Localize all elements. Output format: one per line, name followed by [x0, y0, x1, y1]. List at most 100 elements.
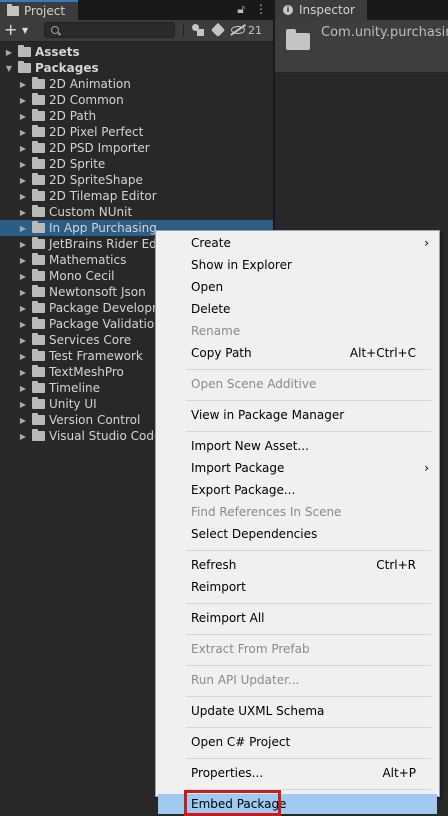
menu-item-copy-path[interactable]: Copy Path Alt+Ctrl+C [158, 343, 437, 363]
tree-item[interactable]: ▶ 2D Animation [0, 76, 273, 92]
menu-item-extract-from-prefab: Extract From Prefab [158, 639, 437, 659]
expand-arrow-icon[interactable]: ▶ [18, 128, 28, 137]
menu-item-export-package[interactable]: Export Package... [158, 480, 437, 500]
menu-item-import-package[interactable]: Import Package › [158, 458, 437, 478]
folder-icon [32, 413, 45, 425]
tree-item[interactable]: ▶ 2D Sprite [0, 156, 273, 172]
menu-item-find-references-in-scene: Find References In Scene [158, 502, 437, 522]
menu-item-embed-package[interactable]: Embed Package [158, 790, 437, 816]
tree-item[interactable]: ▶ 2D Tilemap Editor [0, 188, 273, 204]
tree-item[interactable]: ▶ 2D SpriteShape [0, 172, 273, 188]
menu-item-select-dependencies[interactable]: Select Dependencies [158, 524, 437, 544]
expand-arrow-icon[interactable]: ▶ [18, 96, 28, 105]
search-icon [51, 26, 59, 34]
inspector-tab-bar: i Inspector [275, 0, 448, 20]
menu-separator [186, 727, 431, 728]
folder-icon [32, 349, 45, 361]
expand-arrow-icon[interactable]: ▶ [18, 384, 28, 393]
tree-item[interactable]: ▶ 2D Pixel Perfect [0, 124, 273, 140]
expand-arrow-icon[interactable]: ▶ [18, 160, 28, 169]
menu-item-create[interactable]: Create › [158, 233, 437, 253]
menu-item-show-in-explorer[interactable]: Show in Explorer [158, 255, 437, 275]
menu-item-label: Properties... [191, 766, 264, 780]
folder-icon [32, 237, 45, 249]
expand-arrow-icon[interactable]: ▶ [18, 320, 28, 329]
project-toolbar: + ▼ 21 [0, 20, 273, 42]
toggle-hidden-packages[interactable]: 21 [231, 24, 262, 37]
menu-item-label: Delete [191, 302, 231, 316]
search-by-type-icon[interactable] [192, 24, 205, 36]
menu-item-properties[interactable]: Properties... Alt+P [158, 763, 437, 783]
tree-item[interactable]: ▶ 2D Common [0, 92, 273, 108]
search-field[interactable] [44, 22, 175, 38]
menu-separator [186, 603, 431, 604]
menu-item-label: Select Dependencies [191, 527, 318, 541]
create-button[interactable]: + ▼ [4, 22, 34, 39]
tree-item[interactable]: ▶ Custom NUnit [0, 204, 273, 220]
menu-item-import-new-asset[interactable]: Import New Asset... [158, 436, 437, 456]
menu-item-refresh[interactable]: Refresh Ctrl+R [158, 555, 437, 575]
tab-project[interactable]: Project [0, 0, 78, 20]
expand-arrow-icon[interactable]: ▶ [18, 272, 28, 281]
toolbar-icons: 21 [183, 22, 262, 38]
menu-item-label: Run API Updater... [191, 673, 300, 687]
search-by-label-icon[interactable] [210, 22, 226, 38]
expand-arrow-icon[interactable]: ▶ [18, 112, 28, 121]
plus-icon: + [4, 20, 18, 39]
folder-icon [32, 205, 45, 217]
menu-item-open-scene-additive: Open Scene Additive [158, 374, 437, 394]
expand-arrow-icon[interactable]: ▶ [4, 48, 14, 57]
tree-item[interactable]: ▶ 2D Path [0, 108, 273, 124]
folder-icon [32, 141, 45, 153]
hidden-count: 21 [248, 23, 262, 37]
expand-arrow-icon[interactable]: ▶ [18, 208, 28, 217]
menu-item-reimport-all[interactable]: Reimport All [158, 608, 437, 628]
expand-arrow-icon[interactable]: ▶ [18, 352, 28, 361]
tree-item[interactable]: ▶ 2D PSD Importer [0, 140, 273, 156]
menu-item-reimport[interactable]: Reimport [158, 577, 437, 597]
tree-item-label: 2D Path [49, 109, 97, 123]
expand-arrow-icon[interactable]: ▶ [18, 288, 28, 297]
menu-item-label: Import Package [191, 461, 285, 475]
expand-arrow-icon[interactable]: ▶ [18, 80, 28, 89]
context-menu: Create › Show in Explorer Open Delete Rename C… [155, 230, 440, 816]
tree-item[interactable]: ▶ Assets [0, 44, 273, 60]
menu-item-label: Import New Asset... [191, 439, 309, 453]
menu-separator [186, 634, 431, 635]
dropdown-arrow-icon: ▼ [22, 26, 29, 35]
tab-inspector[interactable]: i Inspector [275, 0, 367, 20]
tree-item-label: 2D Pixel Perfect [49, 125, 144, 139]
folder-icon [18, 61, 31, 73]
menu-item-label: Open [191, 280, 224, 294]
folder-icon [32, 77, 45, 89]
expand-arrow-icon[interactable]: ▶ [18, 304, 28, 313]
expand-arrow-icon[interactable]: ▶ [18, 256, 28, 265]
folder-icon [32, 93, 45, 105]
menu-item-open[interactable]: Open [158, 277, 437, 297]
menu-item-label: Export Package... [191, 483, 296, 497]
expand-arrow-icon[interactable]: ▶ [18, 192, 28, 201]
menu-separator [186, 431, 431, 432]
folder-icon [32, 189, 45, 201]
expand-arrow-icon[interactable]: ▶ [18, 144, 28, 153]
menu-item-label: Reimport All [191, 611, 265, 625]
expand-arrow-icon[interactable]: ▶ [18, 176, 28, 185]
menu-item-open-c-project[interactable]: Open C# Project [158, 732, 437, 752]
menu-item-delete[interactable]: Delete [158, 299, 437, 319]
expand-arrow-icon[interactable]: ▶ [18, 336, 28, 345]
expand-arrow-icon[interactable]: ▶ [18, 416, 28, 425]
folder-icon [32, 301, 45, 313]
expand-arrow-icon[interactable]: ▶ [18, 368, 28, 377]
tree-item-label: Unity UI [49, 397, 97, 411]
expand-arrow-icon[interactable]: ▶ [18, 224, 28, 233]
expand-arrow-icon[interactable]: ▶ [18, 240, 28, 249]
lock-icon[interactable]: 🔓︎ [237, 2, 245, 17]
expand-arrow-icon[interactable]: ▶ [18, 432, 28, 441]
tree-item[interactable]: ▼ Packages [0, 60, 273, 76]
collapse-arrow-icon[interactable]: ▼ [4, 64, 14, 73]
menu-item-view-in-package-manager[interactable]: View in Package Manager [158, 405, 437, 425]
menu-item-update-uxml-schema[interactable]: Update UXML Schema [158, 701, 437, 721]
expand-arrow-icon[interactable]: ▶ [18, 400, 28, 409]
folder-icon [32, 173, 45, 185]
more-options-icon[interactable]: ⋮ [255, 2, 267, 17]
